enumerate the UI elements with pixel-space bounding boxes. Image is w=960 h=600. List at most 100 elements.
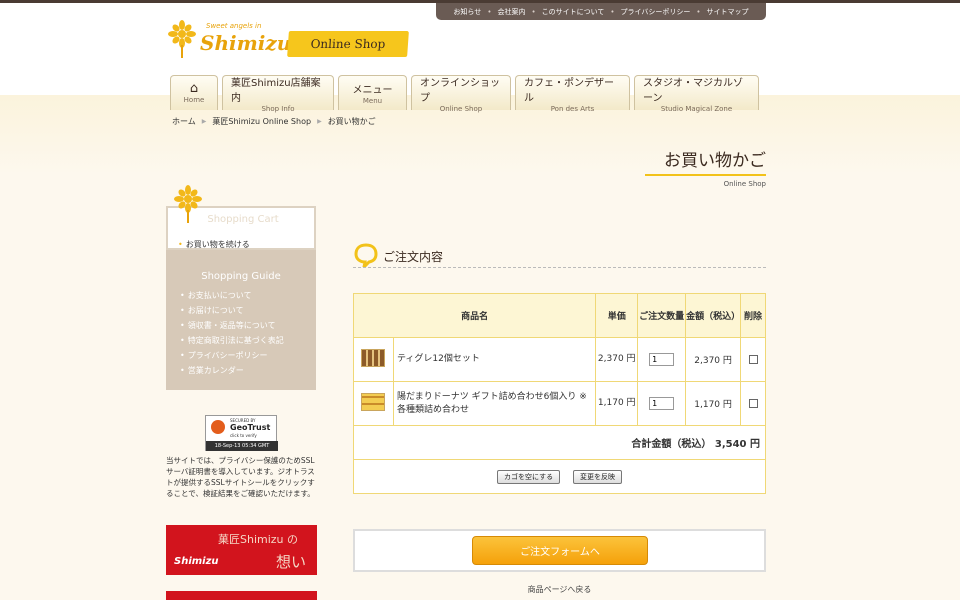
- guide-link-delivery[interactable]: お届けについて: [180, 303, 284, 318]
- title-underline: [645, 174, 766, 176]
- utility-nav: お知らせ • 会社案内 • このサイトについて • プライバシーポリシー • サイトマッ…: [436, 3, 766, 20]
- logo-name: Shimizu: [200, 31, 292, 55]
- product-name[interactable]: ティグレ12個セット: [392, 337, 597, 382]
- nav-sublabel: Studio Magical Zone: [660, 104, 733, 113]
- util-link-privacy[interactable]: プライバシーポリシー: [621, 7, 691, 17]
- line-amount: 1,170 円: [685, 381, 742, 426]
- philosophy-banner[interactable]: 菓匠Shimizu の 想い Shimizu: [166, 525, 317, 575]
- util-link-company[interactable]: 会社案内: [497, 7, 525, 17]
- nav-sublabel: Menu: [362, 97, 383, 105]
- nav-sublabel: Online Shop: [439, 104, 483, 113]
- geotrust-click: click to verify: [230, 433, 257, 438]
- total-value: 3,540 円: [714, 439, 760, 450]
- col-unit-price: 単価: [595, 293, 639, 338]
- quantity-input[interactable]: [649, 353, 675, 366]
- col-quantity: ご注文数量: [637, 293, 687, 338]
- online-shop-ribbon: Online Shop: [287, 31, 409, 57]
- banner-title: 菓匠Shimizu の: [218, 533, 299, 546]
- page-title-text: お買い物かご: [664, 151, 766, 171]
- guide-link-privacy[interactable]: プライバシーポリシー: [180, 348, 284, 363]
- continue-shopping-link[interactable]: お買い物を続ける: [178, 239, 250, 250]
- nav-sublabel: Pon des Arts: [550, 104, 595, 113]
- breadcrumb-arrow-icon: ▶: [201, 118, 207, 125]
- delete-checkbox[interactable]: [748, 398, 758, 408]
- col-delete: 削除: [740, 293, 766, 338]
- nav-studio[interactable]: スタジオ・マジカルゾーン Studio Magical Zone: [634, 75, 759, 113]
- shopping-guide-box: Shopping Guide お支払いについて お届けについて 領収書・返品等に…: [166, 250, 316, 390]
- nav-menu[interactable]: メニュー Menu: [338, 75, 407, 110]
- nav-label: 菓匠Shimizu店舗案内: [231, 77, 321, 104]
- util-link-news[interactable]: お知らせ: [453, 7, 481, 17]
- nav-online-shop[interactable]: オンラインショップ Online Shop: [411, 75, 511, 113]
- button-row: カゴを空にする 変更を反映: [353, 459, 766, 494]
- order-heading-text: ご注文内容: [383, 250, 444, 264]
- util-link-sitemap[interactable]: サイトマップ: [707, 7, 749, 17]
- speech-bubble-icon: [354, 243, 378, 267]
- delete-checkbox[interactable]: [748, 354, 758, 364]
- nav-label: スタジオ・マジカルゾーン: [643, 77, 743, 104]
- quantity-input[interactable]: [649, 397, 675, 410]
- banner-word: 想い: [276, 553, 307, 571]
- breadcrumb-home[interactable]: ホーム: [172, 116, 196, 127]
- util-separator: •: [487, 7, 492, 16]
- geotrust-date: 18-Sep-13 05:34 GMT: [206, 441, 278, 451]
- nav-sublabel: Shop Info: [261, 104, 295, 113]
- flower-icon: [174, 185, 202, 223]
- nav-label: オンラインショップ: [420, 77, 500, 104]
- product-name[interactable]: 陽だまりドーナツ ギフト詰め合わせ6個入り ※各種類詰め合わせ: [392, 381, 597, 426]
- breadcrumb-arrow-icon: ▶: [317, 118, 322, 125]
- order-form-button[interactable]: ご注文フォームへ: [472, 536, 648, 565]
- total-label: 合計金額（税込）: [631, 439, 712, 450]
- table-header-row: 商品名 単価 ご注文数量 金額（税込） 削除: [352, 293, 766, 338]
- ssl-description: 当サイトでは、プライバシー保護のためSSLサーバ証明書を導入しています。ジオトラ…: [166, 456, 315, 498]
- util-separator: •: [610, 7, 615, 16]
- product-thumbnail[interactable]: [361, 349, 386, 367]
- col-product: 商品名: [352, 293, 597, 338]
- page-title: お買い物かご Online Shop: [643, 146, 766, 188]
- geotrust-brand: GeoTrust: [230, 423, 271, 432]
- total-row: 合計金額（税込） 3,540 円: [353, 425, 766, 460]
- guide-list: お支払いについて お届けについて 領収書・返品等について 特定商取引法に基づく表…: [180, 288, 284, 378]
- secondary-banner[interactable]: [166, 591, 317, 600]
- nav-cafe[interactable]: カフェ・ポンデザール Pon des Arts: [515, 75, 630, 113]
- nav-home-label: Home: [183, 95, 205, 104]
- line-amount: 2,370 円: [685, 337, 742, 382]
- apply-changes-button[interactable]: 変更を反映: [572, 469, 622, 484]
- geotrust-seal[interactable]: SECURED BY GeoTrust click to verify 18-S…: [205, 415, 278, 451]
- site-logo[interactable]: Sweet angels in Shimizu: [166, 20, 291, 60]
- breadcrumb-shop[interactable]: 菓匠Shimizu Online Shop: [212, 116, 311, 127]
- guide-heading: Shopping Guide: [201, 271, 281, 282]
- breadcrumb-current: お買い物かご: [327, 117, 376, 126]
- nav-shop-info[interactable]: 菓匠Shimizu店舗案内 Shop Info: [222, 75, 334, 113]
- nav-label: カフェ・ポンデザール: [524, 77, 614, 104]
- global-nav: ⌂ Home 菓匠Shimizu店舗案内 Shop Info メニュー Menu…: [170, 75, 759, 113]
- dashed-divider: [353, 267, 766, 268]
- cart-table: 商品名 単価 ご注文数量 金額（税込） 削除 ティグレ12個セット 2,370 …: [352, 293, 766, 494]
- back-to-product-link[interactable]: 商品ページへ戻る: [353, 584, 766, 595]
- util-link-about[interactable]: このサイトについて: [542, 7, 605, 17]
- col-amount: 金額（税込）: [685, 293, 742, 338]
- nav-label: メニュー: [352, 85, 393, 96]
- unit-price: 2,370 円: [595, 337, 639, 382]
- banner-logo: Shimizu: [174, 556, 219, 567]
- breadcrumb: ホーム ▶ 菓匠Shimizu Online Shop ▶ お買い物かご: [172, 116, 376, 127]
- guide-link-receipt[interactable]: 領収書・返品等について: [180, 318, 284, 333]
- guide-link-calendar[interactable]: 営業カレンダー: [180, 363, 284, 378]
- order-heading: ご注文内容: [353, 243, 766, 269]
- guide-link-legal[interactable]: 特定商取引法に基づく表記: [180, 333, 284, 348]
- table-row: ティグレ12個セット 2,370 円 2,370 円: [353, 337, 766, 382]
- util-separator: •: [531, 7, 536, 16]
- nav-home[interactable]: ⌂ Home: [170, 75, 218, 110]
- empty-cart-button[interactable]: カゴを空にする: [497, 469, 561, 484]
- geotrust-logo-icon: [211, 420, 225, 434]
- page-subtitle: Online Shop: [723, 180, 766, 188]
- home-icon: ⌂: [189, 80, 199, 96]
- product-thumbnail[interactable]: [361, 393, 386, 411]
- flower-logo-icon: [168, 20, 196, 58]
- util-separator: •: [696, 7, 701, 16]
- table-row: 陽だまりドーナツ ギフト詰め合わせ6個入り ※各種類詰め合わせ 1,170 円 …: [353, 381, 766, 426]
- guide-link-payment[interactable]: お支払いについて: [180, 288, 284, 303]
- unit-price: 1,170 円: [595, 381, 639, 426]
- logo-tagline: Sweet angels in: [206, 22, 262, 30]
- order-form-box: ご注文フォームへ: [353, 529, 766, 572]
